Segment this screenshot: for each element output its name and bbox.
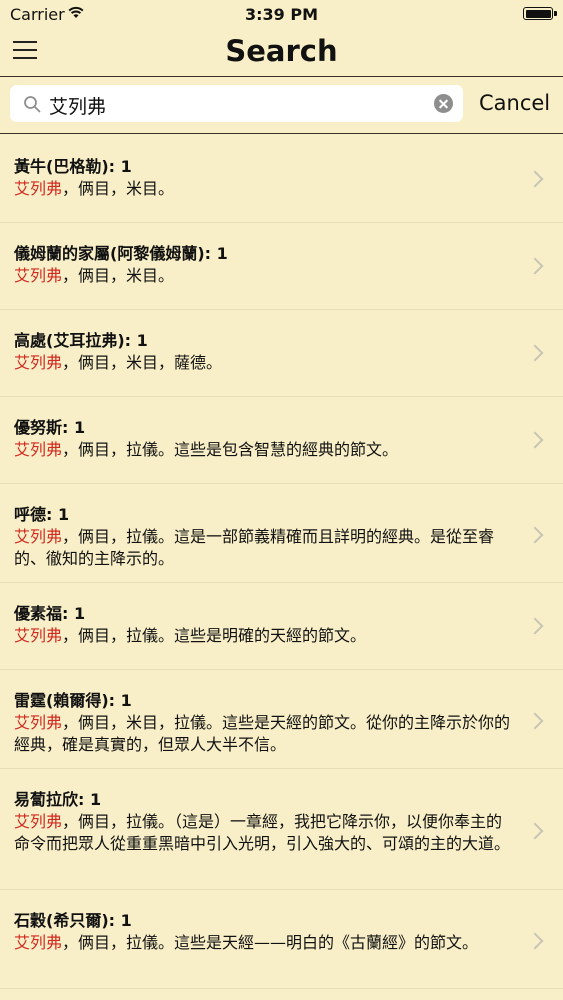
result-text: 艾列弗，俩目，拉儀。這些是包含智慧的經典的節文。 [14,440,399,459]
search-highlight: 艾列弗 [14,812,63,831]
search-highlight: 艾列弗 [14,353,63,372]
result-text: 艾列弗，俩目，拉儀。這些是天經——明白的《古蘭經》的節文。 [14,933,479,952]
result-text: 艾列弗，俩目，拉儀。這是一部節義精確而且詳明的經典。是從至睿的、徹知的主降示的。 [14,527,495,568]
chevron-right-icon [526,712,544,730]
chevron-right-icon [526,170,544,188]
chevron-right-icon [526,257,544,275]
search-highlight: 艾列弗 [14,626,63,645]
result-text: 艾列弗，俩目，拉儀。這些是明確的天經的節文。 [14,626,367,645]
result-title: 儀姆蘭的家屬(阿黎儀姆蘭): 1 [14,244,228,263]
navigation-bar: Search [0,30,563,77]
search-icon [24,96,41,113]
chevron-right-icon [526,344,544,362]
clock: 3:39 PM [244,5,318,24]
result-title: 優努斯: 1 [14,418,86,437]
list-item[interactable]: 優素福: 1 艾列弗，俩目，拉儀。這些是明確的天經的節文。 [0,583,563,670]
result-text: 艾列弗，俩目，米目，拉儀。這些是天經的節文。從你的主降示於你的經典，確是真實的，… [14,713,511,754]
search-highlight: 艾列弗 [14,266,63,285]
result-text: 艾列弗，俩目，米目。 [14,266,175,285]
result-title: 高處(艾耳拉弗): 1 [14,331,148,350]
search-highlight: 艾列弗 [14,527,63,546]
result-text: 艾列弗，俩目，拉儀。（這是）一章經，我把它降示你，以便你奉主的命令而把眾人從重重… [14,812,511,853]
page-title: Search [225,34,338,68]
results-list: 黃牛(巴格勒): 1 艾列弗，俩目，米目。 儀姆蘭的家屬(阿黎儀姆蘭): 1 艾… [0,136,563,1000]
list-item[interactable]: 黃牛(巴格勒): 1 艾列弗，俩目，米目。 [0,136,563,223]
search-query: 艾列弗 [49,96,107,118]
list-item[interactable]: 呼德: 1 艾列弗，俩目，拉儀。這是一部節義精確而且詳明的經典。是從至睿的、徹知… [0,484,563,583]
search-bar: 艾列弗 Cancel [0,77,563,134]
result-text: 艾列弗，俩目，米目。 [14,179,175,198]
list-item[interactable]: 儀姆蘭的家屬(阿黎儀姆蘭): 1 艾列弗，俩目，米目。 [0,223,563,310]
result-text: 艾列弗，俩目，米目，薩德。 [14,353,223,372]
search-highlight: 艾列弗 [14,440,63,459]
search-highlight: 艾列弗 [14,713,63,732]
list-item[interactable]: 石穀(希只爾): 1 艾列弗，俩目，拉儀。這些是天經——明白的《古蘭經》的節文。 [0,890,563,989]
search-input[interactable]: 艾列弗 [10,85,463,122]
result-title: 易蔔拉欣: 1 [14,790,102,809]
chevron-right-icon [526,617,544,635]
list-item[interactable]: 易蔔拉欣: 1 艾列弗，俩目，拉儀。（這是）一章經，我把它降示你，以便你奉主的命… [0,769,563,890]
search-highlight: 艾列弗 [14,933,63,952]
result-title: 黃牛(巴格勒): 1 [14,157,132,176]
chevron-right-icon [526,431,544,449]
battery-icon [523,7,557,20]
list-item[interactable]: 優努斯: 1 艾列弗，俩目，拉儀。這些是包含智慧的經典的節文。 [0,397,563,484]
result-title: 呼德: 1 [14,505,70,524]
chevron-right-icon [526,822,544,840]
status-bar: Carrier 3:39 PM [0,0,563,30]
search-highlight: 艾列弗 [14,179,63,198]
chevron-right-icon [526,526,544,544]
list-item[interactable]: 高處(艾耳拉弗): 1 艾列弗，俩目，米目，薩德。 [0,310,563,397]
result-title: 優素福: 1 [14,604,86,623]
clear-icon[interactable] [434,94,453,113]
list-item[interactable]: 雷霆(賴爾得): 1 艾列弗，俩目，米目，拉儀。這些是天經的節文。從你的主降示於… [0,670,563,769]
result-title: 雷霆(賴爾得): 1 [14,691,132,710]
cancel-button[interactable]: Cancel [479,91,550,115]
result-title: 石穀(希只爾): 1 [14,911,132,930]
chevron-right-icon [526,932,544,950]
